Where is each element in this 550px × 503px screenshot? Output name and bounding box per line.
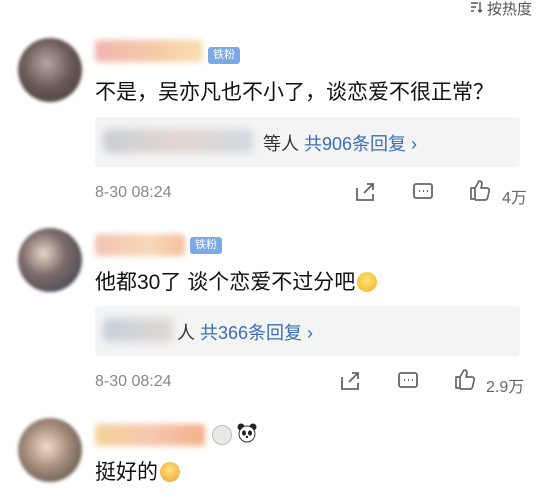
- medal-icon: [212, 425, 232, 445]
- comment-button[interactable]: [411, 180, 435, 204]
- reply-count-link[interactable]: 共906条回复 ›: [304, 134, 417, 154]
- fan-badge: 铁粉: [190, 237, 222, 254]
- sort-label: 按热度: [486, 0, 532, 18]
- avatar[interactable]: [18, 228, 82, 292]
- comment-time: 8-30 08:24: [95, 373, 172, 390]
- like-count: 4万: [502, 190, 527, 207]
- share-button[interactable]: [353, 180, 377, 204]
- fan-badge: 铁粉: [208, 47, 240, 64]
- emoji-icon: [357, 272, 378, 292]
- username[interactable]: [95, 40, 203, 62]
- replies-preview[interactable]: 人 共366条回复 ›: [95, 306, 520, 356]
- avatar[interactable]: [18, 38, 82, 102]
- comment-icon: [413, 183, 433, 199]
- username[interactable]: [95, 234, 185, 256]
- reply-prefix: 等人: [263, 134, 299, 154]
- share-icon: [356, 183, 374, 201]
- comment-text: 他都30了 谈个恋爱不过分吧: [95, 266, 378, 296]
- reply-count-link[interactable]: 共366条回复 ›: [200, 323, 313, 343]
- comment-text: 不是，吴亦凡也不小了，谈恋爱不很正常？: [95, 81, 494, 104]
- avatar[interactable]: [18, 418, 82, 482]
- emoji-icon: [160, 462, 180, 482]
- share-icon: [341, 372, 359, 390]
- share-button[interactable]: [338, 369, 362, 393]
- reply-users-blurred: [103, 318, 173, 342]
- replies-preview[interactable]: 等人 共906条回复 ›: [95, 117, 520, 167]
- comment-icon: [398, 372, 418, 388]
- reply-prefix: 人: [177, 323, 195, 343]
- like-icon: [455, 369, 476, 390]
- like-button[interactable]: [453, 367, 477, 391]
- like-count: 2.9万: [486, 379, 525, 396]
- like-icon: [470, 180, 491, 201]
- sort-by-hot-button[interactable]: 按热度: [469, 0, 532, 19]
- reply-users-blurred: [103, 129, 253, 153]
- like-button[interactable]: [468, 178, 492, 202]
- panda-icon: [236, 422, 258, 449]
- sort-icon: [469, 0, 483, 19]
- comment-text: 挺好的: [95, 456, 180, 486]
- comment-time: 8-30 08:24: [95, 184, 172, 201]
- comment-button[interactable]: [396, 369, 420, 393]
- username[interactable]: [95, 424, 205, 446]
